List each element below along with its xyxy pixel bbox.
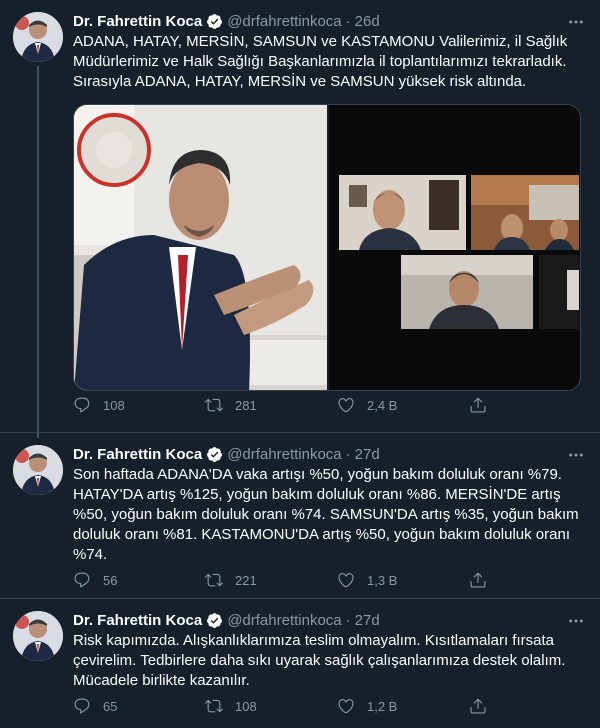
reply-icon — [74, 572, 90, 588]
media-photo-video-conference[interactable] — [327, 105, 580, 390]
tweet-timestamp[interactable]: 27d — [355, 612, 380, 629]
share-icon — [470, 698, 486, 714]
retweet-count: 221 — [235, 572, 257, 588]
tweet[interactable]: Dr. Fahrettin Koca @drfahrettinkoca · 27… — [0, 432, 600, 598]
retweet-icon — [205, 573, 223, 587]
tweet-actions: 56 221 1,3 B — [73, 571, 513, 589]
like-button[interactable]: 1,3 B — [337, 571, 469, 589]
verified-badge-icon — [206, 612, 223, 629]
verified-badge-icon — [206, 446, 223, 463]
author-name[interactable]: Dr. Fahrettin Koca — [73, 612, 202, 629]
share-button[interactable] — [469, 697, 487, 715]
reply-count: 65 — [103, 698, 118, 714]
avatar[interactable] — [13, 445, 63, 495]
reply-button[interactable]: 65 — [73, 697, 205, 715]
reply-count: 108 — [103, 397, 125, 413]
separator-dot: · — [345, 611, 351, 629]
tweet-header: Dr. Fahrettin Koca @drfahrettinkoca · 27… — [73, 609, 584, 631]
reply-button[interactable]: 56 — [73, 571, 205, 589]
like-count: 1,2 B — [367, 698, 398, 714]
retweet-icon — [205, 398, 223, 412]
avatar[interactable] — [13, 12, 63, 62]
retweet-count: 281 — [235, 397, 257, 413]
tweet-text: ADANA, HATAY, MERSİN, SAMSUN ve KASTAMON… — [73, 33, 568, 90]
tweet-actions: 65 108 1,2 B — [73, 697, 513, 715]
tweet-media[interactable] — [73, 104, 581, 391]
tweet-text: Son haftada ADANA'DA vaka artışı %50, yo… — [73, 466, 579, 563]
media-photo-minister[interactable] — [74, 105, 327, 390]
share-icon — [470, 397, 486, 413]
tweet-header: Dr. Fahrettin Koca @drfahrettinkoca · 26… — [73, 10, 584, 32]
tweet-header: Dr. Fahrettin Koca @drfahrettinkoca · 27… — [73, 443, 584, 465]
more-options-icon[interactable] — [566, 445, 586, 465]
tweet-actions: 108 281 2,4 B — [73, 396, 513, 414]
avatar[interactable] — [13, 611, 63, 661]
share-button[interactable] — [469, 571, 487, 589]
like-count: 2,4 B — [367, 397, 398, 413]
reply-button[interactable]: 108 — [73, 396, 205, 414]
tweet[interactable]: Dr. Fahrettin Koca @drfahrettinkoca · 26… — [0, 0, 600, 438]
heart-icon — [338, 573, 354, 588]
retweet-button[interactable]: 221 — [205, 571, 337, 589]
retweet-count: 108 — [235, 698, 257, 714]
more-options-icon[interactable] — [566, 611, 586, 631]
share-button[interactable] — [469, 396, 487, 414]
author-handle[interactable]: @drfahrettinkoca — [227, 446, 341, 463]
verified-badge-icon — [206, 13, 223, 30]
reply-icon — [74, 698, 90, 714]
retweet-icon — [205, 699, 223, 713]
reply-count: 56 — [103, 572, 118, 588]
retweet-button[interactable]: 108 — [205, 697, 337, 715]
tweet-timestamp[interactable]: 27d — [355, 446, 380, 463]
more-options-icon[interactable] — [566, 12, 586, 32]
thread-line — [37, 66, 39, 438]
like-button[interactable]: 1,2 B — [337, 697, 469, 715]
separator-dot: · — [345, 12, 351, 30]
retweet-button[interactable]: 281 — [205, 396, 337, 414]
heart-icon — [338, 398, 354, 413]
author-name[interactable]: Dr. Fahrettin Koca — [73, 13, 202, 30]
author-handle[interactable]: @drfahrettinkoca — [227, 13, 341, 30]
tweet[interactable]: Dr. Fahrettin Koca @drfahrettinkoca · 27… — [0, 598, 600, 728]
reply-icon — [74, 397, 90, 413]
heart-icon — [338, 699, 354, 714]
like-count: 1,3 B — [367, 572, 398, 588]
author-handle[interactable]: @drfahrettinkoca — [227, 612, 341, 629]
author-name[interactable]: Dr. Fahrettin Koca — [73, 446, 202, 463]
separator-dot: · — [345, 445, 351, 463]
tweet-timestamp[interactable]: 26d — [355, 13, 380, 30]
like-button[interactable]: 2,4 B — [337, 396, 469, 414]
share-icon — [470, 572, 486, 588]
tweet-text: Risk kapımızda. Alışkanlıklarımıza tesli… — [73, 632, 566, 689]
